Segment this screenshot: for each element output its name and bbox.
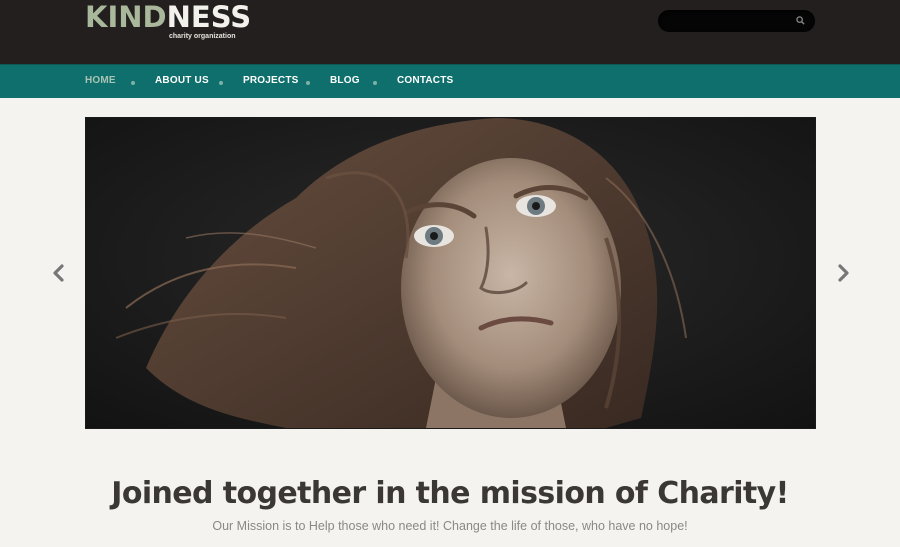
nav-item-blog[interactable]: BLOG bbox=[330, 75, 360, 86]
nav-separator-dot bbox=[131, 81, 135, 85]
nav-separator-dot bbox=[306, 81, 310, 85]
nav-item-about-us[interactable]: ABOUT US bbox=[155, 75, 209, 86]
search-icon[interactable] bbox=[796, 16, 805, 25]
nav-item-home[interactable]: HOME bbox=[85, 75, 116, 86]
nav-item-projects[interactable]: PROJECTS bbox=[243, 75, 299, 86]
hero-subline: Our Mission is to Help those who need it… bbox=[212, 519, 688, 533]
chevron-right-icon[interactable] bbox=[836, 262, 852, 284]
hero-headline: Joined together in the mission of Charit… bbox=[111, 476, 789, 511]
child-portrait-image bbox=[86, 118, 815, 428]
search-input[interactable] bbox=[668, 13, 792, 31]
main-nav: HOME ABOUT US PROJECTS BLOG CONTACTS bbox=[0, 64, 900, 98]
nav-separator-dot bbox=[219, 81, 223, 85]
site-header: KINDNESS charity organization bbox=[0, 0, 900, 64]
chevron-left-icon[interactable] bbox=[50, 262, 66, 284]
logo[interactable]: KINDNESS bbox=[85, 0, 251, 34]
nav-separator-dot bbox=[373, 81, 377, 85]
logo-text-part2: NESS bbox=[166, 0, 252, 34]
nav-item-contacts[interactable]: CONTACTS bbox=[397, 75, 453, 86]
logo-tagline: charity organization bbox=[169, 33, 236, 40]
search-box bbox=[658, 10, 815, 32]
logo-text-part1: KIND bbox=[85, 0, 167, 34]
hero-slider-image bbox=[85, 117, 816, 429]
